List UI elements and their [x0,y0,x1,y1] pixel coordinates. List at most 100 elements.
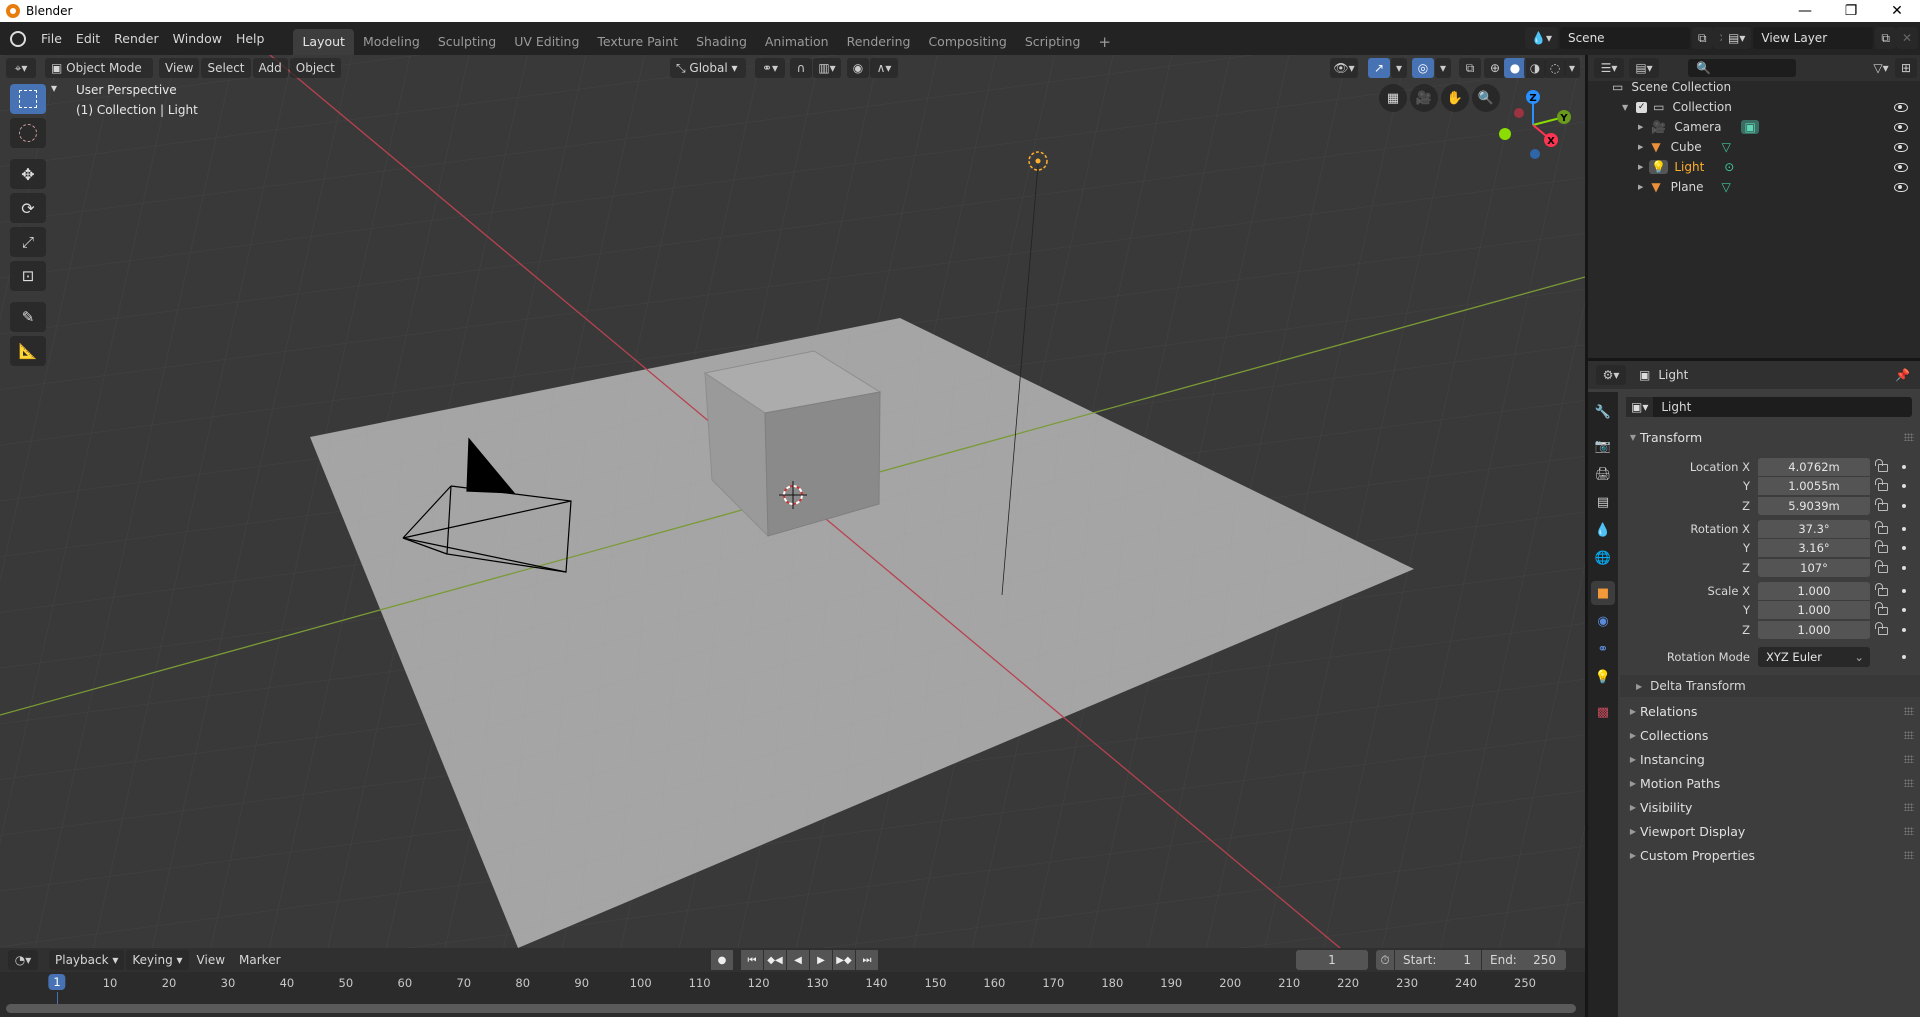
location-y-field[interactable]: 1.0055m [1758,477,1870,495]
play-reverse-icon[interactable]: ◀ [787,950,809,970]
proportional-edit-icon[interactable]: ◉ [847,58,869,78]
mesh-data-icon[interactable]: ▽ [1722,180,1731,194]
new-view-layer-icon[interactable]: ⧉ [1875,27,1896,49]
overlays-dropdown-icon[interactable]: ▾ [1435,58,1451,78]
expand-icon[interactable]: ▶ [1638,183,1643,191]
jump-end-icon[interactable]: ⏭ [856,950,878,970]
object-datablock-icon[interactable]: ▣▾ [1626,397,1654,417]
keyframe-dot-icon[interactable] [1902,608,1906,612]
scale-z-field[interactable]: 1.000 [1758,621,1870,639]
timeline-editor-type-icon[interactable]: ◔▾ [8,950,38,970]
world-tab-icon[interactable]: 🌐 [1591,546,1615,570]
panel-header-instancing[interactable]: ▶ Instancing [1620,747,1920,771]
rotate-tool[interactable]: ⟳ [10,193,46,223]
toggle-camera-view-icon[interactable]: ▦ [1379,84,1407,112]
view-layer-tab-icon[interactable]: ▤ [1591,490,1615,514]
minimize-button[interactable]: — [1782,0,1828,22]
outliner-item-light[interactable]: ▶ 💡 Light ⊙ [1588,157,1920,177]
menu-edit[interactable]: Edit [69,31,107,46]
lock-icon[interactable] [1875,498,1888,511]
outliner-scene-collection[interactable]: ▭ Scene Collection [1588,77,1920,97]
panel-header-visibility[interactable]: ▶ Visibility [1620,795,1920,819]
scale-tool[interactable]: ⤢ [10,227,46,257]
keyframe-dot-icon[interactable] [1902,504,1906,508]
collection-checkbox[interactable]: ✓ [1636,101,1648,113]
location-z-field[interactable]: 5.9039m [1758,497,1870,515]
keyframe-dot-icon[interactable] [1902,527,1906,531]
gizmo-neg-x-icon[interactable] [1514,108,1524,118]
transform-panel-header[interactable]: ▼ Transform [1620,425,1920,449]
playhead-line[interactable] [57,992,58,1004]
keyframe-dot-icon[interactable] [1902,546,1906,550]
lock-icon[interactable] [1875,540,1888,553]
falloff-icon[interactable]: ∧▾ [870,58,898,78]
workspace-tab-layout[interactable]: Layout [293,28,354,55]
menu-help[interactable]: Help [229,31,272,46]
rotation-z-field[interactable]: 107° [1758,559,1870,577]
end-frame-field[interactable]: End: 250 [1482,950,1566,970]
lock-icon[interactable] [1875,459,1888,472]
lock-icon[interactable] [1875,560,1888,573]
navigation-gizmo[interactable]: Z Y X [1495,85,1575,165]
rendered-shading-icon[interactable]: ◌ [1544,58,1566,78]
start-frame-field[interactable]: Start: 1 [1395,950,1481,970]
keyframe-dot-icon[interactable] [1902,484,1906,488]
workspace-tab-scripting[interactable]: Scripting [1016,29,1090,55]
lock-icon[interactable] [1875,521,1888,534]
solid-shading-icon[interactable]: ● [1504,58,1526,78]
menu-add[interactable]: Add [252,58,288,78]
jump-start-icon[interactable]: ⏮ [741,950,763,970]
close-button[interactable]: ✕ [1874,0,1920,22]
gizmo-neg-y-icon[interactable] [1499,128,1511,140]
workspace-tab-rendering[interactable]: Rendering [838,29,920,55]
eye-icon[interactable] [1894,162,1908,172]
scene-tab-icon[interactable]: 💧 [1591,518,1615,542]
play-icon[interactable]: ▶ [810,950,832,970]
keyframe-dot-icon[interactable] [1902,465,1906,469]
workspace-tab-uv-editing[interactable]: UV Editing [505,29,588,55]
drag-grip-icon[interactable] [1904,707,1914,715]
drag-grip-icon[interactable] [1904,731,1914,739]
drag-grip-icon[interactable] [1904,851,1914,859]
outliner-editor-type-icon[interactable]: ☰▾ [1594,58,1624,78]
workspace-tab-modeling[interactable]: Modeling [354,29,429,55]
wireframe-shading-icon[interactable]: ⊕ [1484,58,1506,78]
expand-collection-icon[interactable]: ▼ [1622,103,1628,112]
select-box-tool[interactable] [10,84,46,114]
menu-select[interactable]: Select [201,58,251,78]
xray-toggle-icon[interactable]: ⧉ [1459,58,1481,78]
drag-grip-icon[interactable] [1904,827,1914,835]
workspace-tab-shading[interactable]: Shading [687,29,756,55]
timeline-view-menu[interactable]: View [191,950,231,970]
drag-grip-icon[interactable] [1904,433,1914,441]
transform-tool[interactable]: ⊡ [10,261,46,291]
gizmo-dropdown-icon[interactable]: ▾ [1391,58,1407,78]
blender-menu-icon[interactable] [10,30,26,47]
view-layer-icon[interactable]: ▤▾ [1722,27,1752,49]
prev-keyframe-icon[interactable]: ◆◀ [764,950,786,970]
outliner-item-plane[interactable]: ▶ ▼ Plane ▽ [1588,177,1920,197]
annotate-tool[interactable]: ✎ [10,302,46,332]
editor-type-icon[interactable]: ⌖▾ [6,58,36,78]
eye-icon[interactable] [1894,142,1908,152]
3d-viewport[interactable]: User Perspective (1) Collection | Light … [0,55,1585,948]
pivot-point-icon[interactable]: ⚭▾ [755,58,785,78]
rotation-mode-dropdown[interactable]: XYZ Euler ⌄ [1758,647,1870,667]
output-tab-icon[interactable]: 🖨 [1591,462,1615,486]
gizmo-toggle-icon[interactable]: ↗ [1368,58,1390,78]
camera-view-icon[interactable]: 🎥 [1410,84,1438,112]
keying-menu[interactable]: Keying ▾ [126,950,189,970]
expand-icon[interactable]: ▶ [1638,123,1643,131]
next-keyframe-icon[interactable]: ▶◆ [833,950,855,970]
object-name-field[interactable]: Light [1661,400,1691,414]
transform-orientation-dropdown[interactable]: ⤡ Global ▾ [670,58,746,78]
menu-view[interactable]: View [159,58,200,78]
workspace-tab-animation[interactable]: Animation [756,29,838,55]
keyframe-dot-icon[interactable] [1902,655,1906,659]
filter-icon[interactable]: ▽▾ [1868,58,1894,78]
display-mode-icon[interactable]: ▤▾ [1629,58,1659,78]
physics-tab-icon[interactable]: ◉ [1591,609,1615,633]
playhead-frame-indicator[interactable]: 1 [48,974,66,990]
object-data-tab-icon[interactable]: 💡 [1591,665,1615,689]
expand-icon[interactable]: ▶ [1638,163,1643,171]
